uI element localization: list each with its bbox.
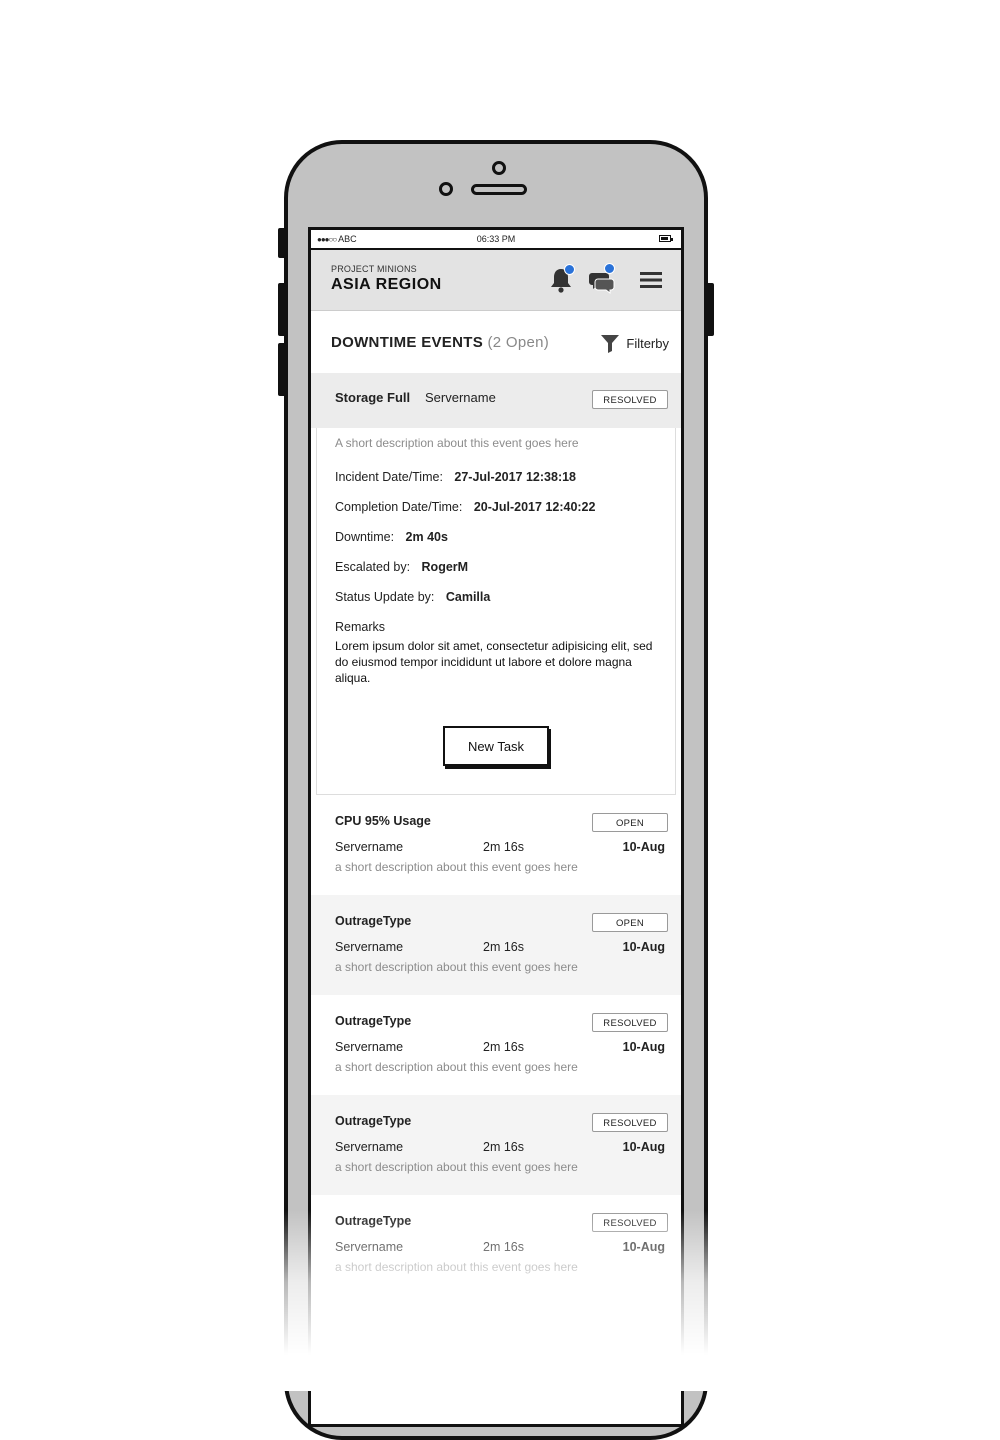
event-description: a short description about this event goe… xyxy=(335,960,578,974)
event-row[interactable]: OutrageType RESOLVED Servername 2m 16s 10-Au… xyxy=(311,995,681,1095)
project-name: PROJECT MINIONS xyxy=(331,264,417,274)
hamburger-menu-icon xyxy=(640,272,662,288)
filter-icon xyxy=(601,335,620,353)
messages-button[interactable] xyxy=(587,263,615,294)
front-camera xyxy=(492,161,506,175)
event-type: Storage Full xyxy=(335,390,411,405)
event-type: OutrageType xyxy=(335,1114,412,1128)
battery-icon xyxy=(659,235,673,242)
section-title: DOWNTIME EVENTS (2 Open) xyxy=(331,334,549,351)
event-type: OutrageType xyxy=(335,1014,412,1028)
event-duration: 2m 16s xyxy=(483,1040,524,1054)
incident-label: Incident Date/Time: xyxy=(335,470,443,484)
event-row[interactable]: CPU 95% Usage OPEN Servername 2m 16s 10-Aug a… xyxy=(311,795,681,895)
status-update-value: Camilla xyxy=(445,590,491,604)
completion-value: 20-Jul-2017 12:40:22 xyxy=(473,500,596,514)
earpiece-speaker xyxy=(471,184,527,195)
volume-up-button xyxy=(278,283,286,336)
expanded-event-details: A short description about this event goe… xyxy=(316,428,676,795)
expanded-event-header[interactable]: Storage Full Servername RESOLVED xyxy=(311,373,681,428)
incident-value: 27-Jul-2017 12:38:18 xyxy=(454,470,577,484)
status-badge: RESOLVED xyxy=(592,1013,668,1032)
event-row[interactable]: OutrageType RESOLVED Servername 2m 16s 10-Au… xyxy=(311,1095,681,1195)
status-bar: ●●●○○ ABC 06:33 PM xyxy=(311,230,681,250)
event-date: 10-Aug xyxy=(622,840,665,854)
event-row[interactable]: OutrageType OPEN Servername 2m 16s 10-Aug a s… xyxy=(311,895,681,995)
event-server: Servername xyxy=(335,1140,404,1154)
event-description: A short description about this event goe… xyxy=(335,436,579,450)
volume-down-button xyxy=(278,343,286,396)
bottom-fade-overlay xyxy=(0,1210,1000,1391)
escalated-label: Escalated by: xyxy=(335,560,411,574)
menu-button[interactable] xyxy=(637,266,665,294)
filter-button[interactable]: Filterby xyxy=(600,333,669,353)
status-update-label: Status Update by: xyxy=(335,590,435,604)
power-button xyxy=(706,283,714,336)
notification-badge xyxy=(564,264,575,275)
event-server: Servername xyxy=(425,390,496,405)
status-badge: OPEN xyxy=(592,813,668,832)
event-date: 10-Aug xyxy=(622,1040,665,1054)
escalated-row: Escalated by: RogerM xyxy=(335,560,657,576)
mute-switch xyxy=(278,228,286,258)
status-badge: RESOLVED xyxy=(592,1113,668,1132)
event-description: a short description about this event goe… xyxy=(335,1160,578,1174)
app-header: PROJECT MINIONS ASIA REGION xyxy=(311,250,681,311)
completion-label: Completion Date/Time: xyxy=(335,500,463,514)
status-time: 06:33 PM xyxy=(476,234,516,244)
new-task-button[interactable]: New Task xyxy=(443,726,549,766)
escalated-value: RogerM xyxy=(421,560,469,574)
expanded-event-card: Storage Full Servername RESOLVED A short… xyxy=(311,373,681,795)
event-description: a short description about this event goe… xyxy=(335,860,578,874)
completion-datetime-row: Completion Date/Time: 20-Jul-2017 12:40:… xyxy=(335,500,657,516)
event-duration: 2m 16s xyxy=(483,940,524,954)
event-duration: 2m 16s xyxy=(483,840,524,854)
remarks-text: Lorem ipsum dolor sit amet, consectetur … xyxy=(335,639,653,685)
downtime-label: Downtime: xyxy=(335,530,395,544)
event-date: 10-Aug xyxy=(622,940,665,954)
open-count: (2 Open) xyxy=(487,334,550,351)
event-date: 10-Aug xyxy=(622,1140,665,1154)
event-description: a short description about this event goe… xyxy=(335,1060,578,1074)
section-header: DOWNTIME EVENTS (2 Open) Filterby xyxy=(311,311,681,373)
status-update-row: Status Update by: Camilla xyxy=(335,590,657,606)
event-server: Servername xyxy=(335,840,404,854)
region-title: ASIA REGION xyxy=(331,276,442,293)
notifications-button[interactable] xyxy=(547,264,575,294)
downtime-row: Downtime: 2m 40s xyxy=(335,530,657,546)
event-server: Servername xyxy=(335,940,404,954)
sensor xyxy=(439,182,453,196)
status-badge: OPEN xyxy=(592,913,668,932)
event-duration: 2m 16s xyxy=(483,1140,524,1154)
incident-datetime-row: Incident Date/Time: 27-Jul-2017 12:38:18 xyxy=(335,470,657,486)
status-badge: RESOLVED xyxy=(592,390,668,409)
downtime-value: 2m 40s xyxy=(405,530,448,544)
section-title-text: DOWNTIME EVENTS xyxy=(331,334,484,351)
message-badge xyxy=(604,263,615,274)
event-type: OutrageType xyxy=(335,914,412,928)
filter-label: Filterby xyxy=(626,335,669,351)
event-server: Servername xyxy=(335,1040,404,1054)
event-type: CPU 95% Usage xyxy=(335,814,431,828)
remarks-label: Remarks xyxy=(335,620,386,634)
